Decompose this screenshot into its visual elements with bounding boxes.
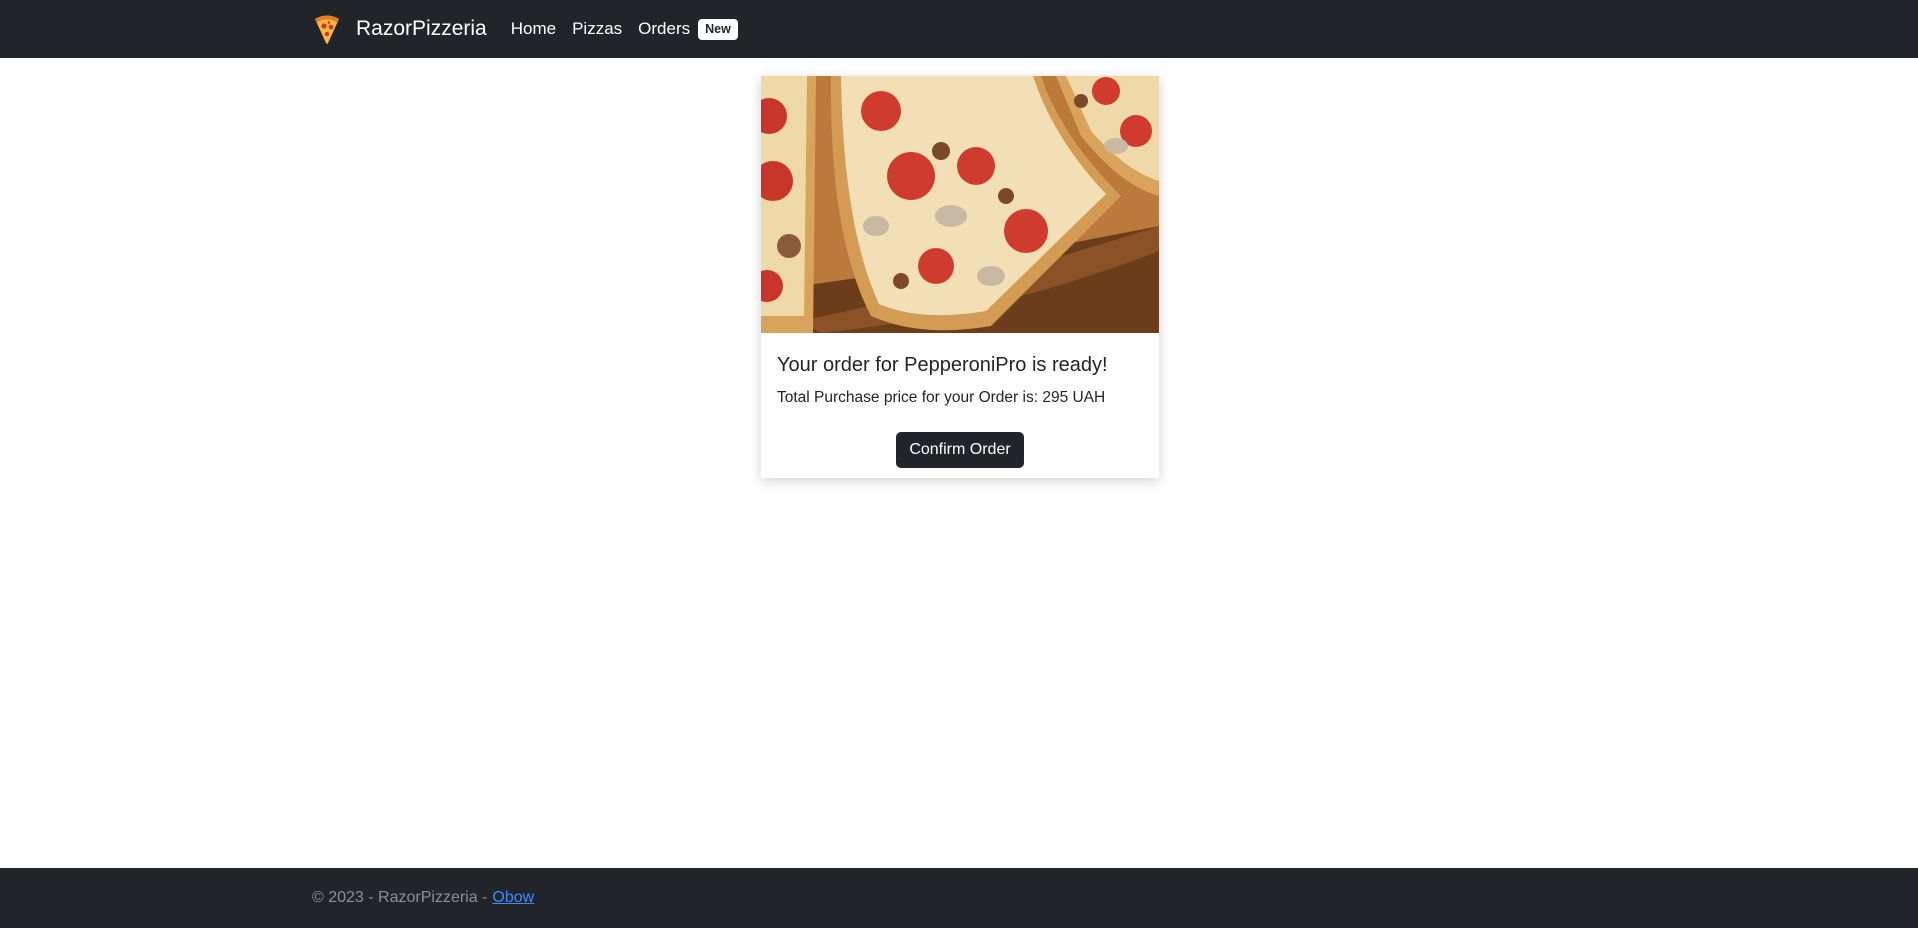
nav-home-link[interactable]: Home (511, 19, 556, 39)
orders-new-badge: New (698, 18, 738, 40)
brand-name: RazorPizzeria (356, 17, 487, 40)
confirm-order-button[interactable]: Confirm Order (896, 432, 1024, 468)
card-body: Your order for PepperoniPro is ready! To… (761, 352, 1159, 468)
top-navbar: RazorPizzeria Home Pizzas Orders New (0, 0, 1918, 58)
page-footer: © 2023 - RazorPizzeria - Obow (0, 868, 1918, 928)
brand-link[interactable]: RazorPizzeria (312, 13, 487, 45)
order-price-text: Total Purchase price for your Order is: … (777, 389, 1106, 406)
pizza-image (761, 76, 1159, 333)
footer-obow-link[interactable]: Obow (492, 889, 534, 907)
nav-links: Home Pizzas Orders New (511, 18, 738, 40)
order-card: Your order for PepperoniPro is ready! To… (761, 76, 1159, 478)
footer-copyright: © 2023 - RazorPizzeria - (312, 889, 488, 906)
button-row: Confirm Order (777, 432, 1143, 468)
footer-container: © 2023 - RazorPizzeria - Obow (312, 868, 534, 928)
nav-orders-link[interactable]: Orders (638, 19, 690, 39)
nav-pizzas-link[interactable]: Pizzas (572, 19, 622, 39)
navbar-container: RazorPizzeria Home Pizzas Orders New (312, 0, 738, 58)
pizza-slice-icon (315, 15, 339, 44)
order-title: Your order for PepperoniPro is ready! (777, 354, 1108, 376)
